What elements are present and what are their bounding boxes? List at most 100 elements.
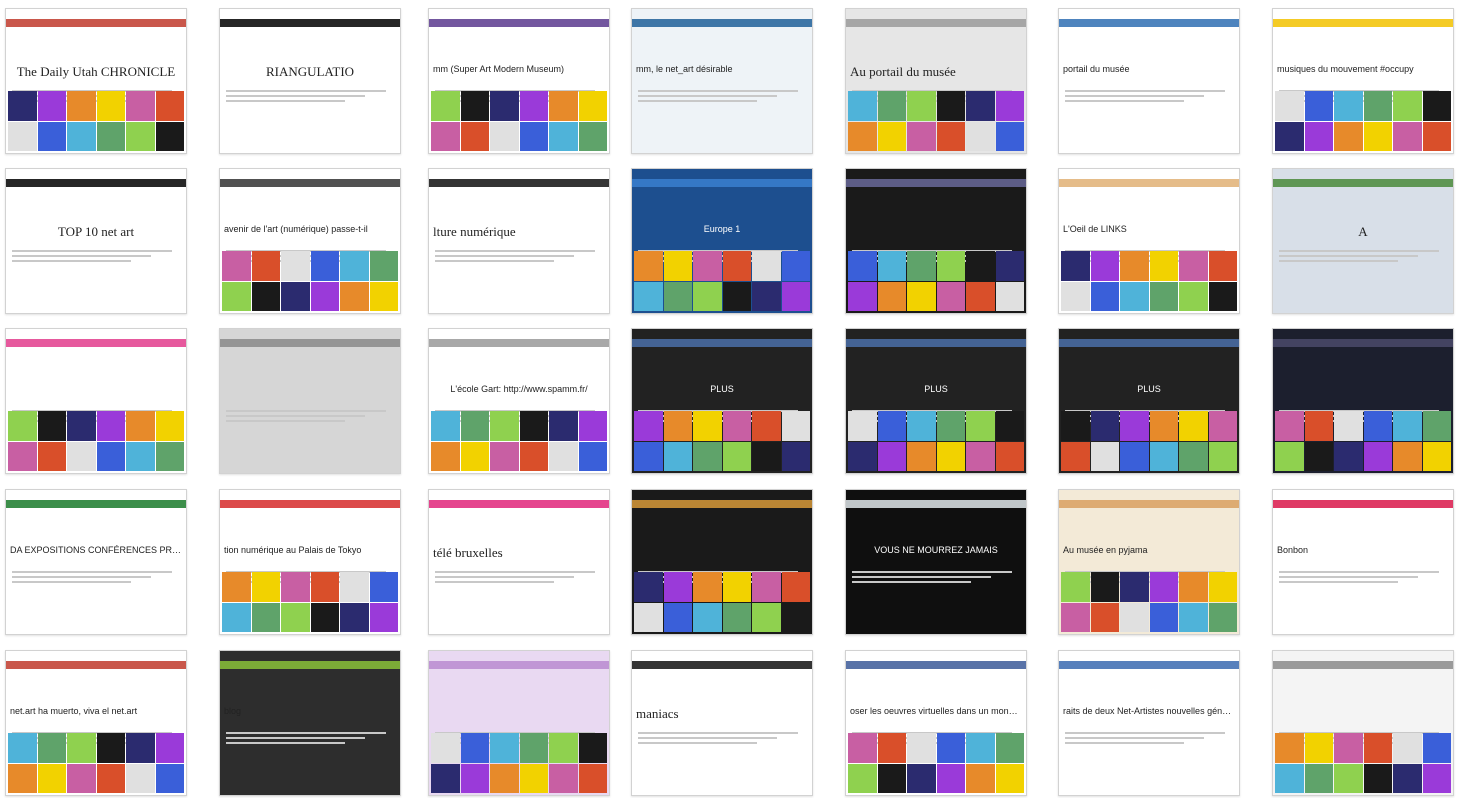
mosaic-tile [281, 281, 310, 311]
thumbnail-text-lines [1279, 568, 1447, 586]
mosaic-tile [966, 441, 995, 471]
thumbnail-card[interactable]: Europe 1 [631, 168, 813, 314]
mosaic-tile [1179, 602, 1208, 632]
mosaic-tile [251, 572, 280, 602]
mosaic-tile [907, 441, 936, 471]
mosaic-tile [369, 572, 398, 602]
thumbnail-card[interactable]: musiques du mouvement #occupy [1272, 8, 1454, 154]
mosaic-tile [340, 572, 369, 602]
mosaic-tile [1393, 733, 1422, 763]
mosaic-tile [1334, 733, 1363, 763]
mosaic-tile [663, 251, 692, 281]
mosaic-tile [369, 251, 398, 281]
mosaic-tile [848, 91, 877, 121]
thumbnail-card[interactable] [845, 168, 1027, 314]
mosaic-tile [781, 411, 810, 441]
mosaic-tile [907, 411, 936, 441]
mosaic-tile [1061, 441, 1090, 471]
thumbnail-card[interactable]: net.art ha muerto, viva el net.art [5, 650, 187, 796]
thumbnail-card[interactable]: tion numérique au Palais de Tokyo [219, 489, 401, 635]
thumbnail-card[interactable]: raits de deux Net-Artistes nouvelles gén… [1058, 650, 1240, 796]
mosaic-tile [877, 251, 906, 281]
thumbnail-card[interactable]: VOUS NE MOURREZ JAMAIS [845, 489, 1027, 635]
mosaic-tile [1090, 411, 1119, 441]
mosaic-tile [251, 251, 280, 281]
mosaic-tile [37, 763, 66, 793]
thumbnail-caption: maniacs [636, 705, 679, 721]
mosaic-tile [1090, 602, 1119, 632]
thumbnail-card[interactable]: avenir de l'art (numérique) passe-t-il [219, 168, 401, 314]
thumbnail-card[interactable]: L'Oeil de LINKS [1058, 168, 1240, 314]
thumbnail-text-lines [12, 568, 180, 586]
mosaic-tile [634, 411, 663, 441]
thumbnail-card[interactable]: maniacs [631, 650, 813, 796]
thumbnail-card[interactable]: télé bruxelles [428, 489, 610, 635]
thumbnail-header-bar [846, 500, 1026, 508]
thumbnail-card[interactable] [5, 328, 187, 474]
mosaic-tile [1363, 763, 1392, 793]
thumbnail-card[interactable]: mm (Super Art Modern Museum) [428, 8, 610, 154]
thumbnail-header-bar [632, 500, 812, 508]
mosaic-tile [634, 441, 663, 471]
mosaic-tile [251, 602, 280, 632]
thumbnail-card[interactable] [219, 328, 401, 474]
thumbnail-card[interactable]: Bonbon [1272, 489, 1454, 635]
thumbnail-card[interactable] [631, 489, 813, 635]
mosaic-tile [1422, 733, 1451, 763]
thumbnail-header-bar [429, 500, 609, 508]
thumbnail-card[interactable] [1272, 328, 1454, 474]
mosaic-tile [37, 411, 66, 441]
thumbnail-card[interactable]: portail du musée [1058, 8, 1240, 154]
thumbnail-card[interactable]: mm, le net_art désirable [631, 8, 813, 154]
mosaic-tile [369, 281, 398, 311]
thumbnail-caption: blog [224, 705, 242, 716]
mosaic-tile [490, 441, 519, 471]
mosaic-tile [37, 91, 66, 121]
mosaic-tile [722, 411, 751, 441]
mosaic-tile [1304, 733, 1333, 763]
mosaic-tile [1149, 441, 1178, 471]
mosaic-tile [1334, 441, 1363, 471]
thumbnail-card[interactable]: RIANGULATIO [219, 8, 401, 154]
thumbnail-card[interactable]: The Daily Utah CHRONICLE [5, 8, 187, 154]
thumbnail-card[interactable]: oser les oeuvres virtuelles dans un mond… [845, 650, 1027, 796]
mosaic-tile [1179, 572, 1208, 602]
mosaic-tile [1275, 763, 1304, 793]
mosaic-tile [460, 763, 489, 793]
mosaic-tile [155, 733, 184, 763]
mosaic-tile [460, 441, 489, 471]
thumbnail-header-bar [1059, 661, 1239, 669]
mosaic-tile [1393, 441, 1422, 471]
mosaic-tile [578, 121, 607, 151]
thumbnail-card[interactable]: L'école Gart: http://www.spamm.fr/ [428, 328, 610, 474]
mosaic-tile [96, 121, 125, 151]
thumbnail-text-lines [1065, 729, 1233, 747]
mosaic-tile [310, 281, 339, 311]
thumbnail-caption: L'Oeil de LINKS [1063, 223, 1127, 234]
thumbnail-card[interactable]: PLUS [845, 328, 1027, 474]
thumbnail-card[interactable]: PLUS [631, 328, 813, 474]
thumbnail-card[interactable]: lture numérique [428, 168, 610, 314]
thumbnail-card[interactable]: A [1272, 168, 1454, 314]
thumbnail-header-bar [1059, 500, 1239, 508]
mosaic-tile [936, 733, 965, 763]
thumbnail-image-mosaic [222, 572, 398, 632]
thumbnail-caption: Bonbon [1277, 544, 1309, 555]
thumbnail-card[interactable] [1272, 650, 1454, 796]
mosaic-tile [1179, 281, 1208, 311]
mosaic-tile [369, 602, 398, 632]
thumbnail-card[interactable]: DA EXPOSITIONS CONFÉRENCES PROJECTIONS M… [5, 489, 187, 635]
thumbnail-card[interactable]: TOP 10 net art [5, 168, 187, 314]
thumbnail-image-mosaic [634, 572, 810, 632]
mosaic-tile [96, 441, 125, 471]
thumbnail-text-lines [226, 729, 394, 747]
thumbnail-card[interactable]: PLUS [1058, 328, 1240, 474]
mosaic-tile [1061, 411, 1090, 441]
thumbnail-card[interactable] [428, 650, 610, 796]
thumbnail-card[interactable]: Au portail du musée [845, 8, 1027, 154]
mosaic-tile [907, 251, 936, 281]
thumbnail-card[interactable]: Au musée en pyjama [1058, 489, 1240, 635]
thumbnail-card[interactable]: blog [219, 650, 401, 796]
mosaic-tile [490, 763, 519, 793]
thumbnail-header-bar [846, 339, 1026, 347]
